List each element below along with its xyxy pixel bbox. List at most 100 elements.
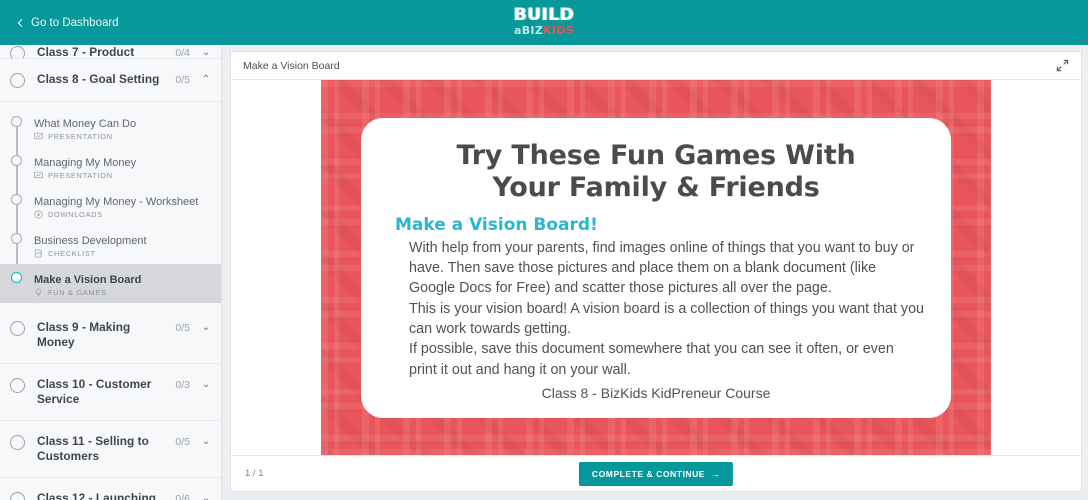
chevron-toggle-icon[interactable]: ⌄ — [200, 434, 212, 450]
lesson-body: What Money Can Do PRESENTATION — [34, 114, 212, 141]
lesson-meta: CHECKLIST — [34, 249, 212, 258]
lesson-body: Managing My Money - Worksheet DOWNLOADS — [34, 192, 212, 219]
lesson-item[interactable]: Managing My Money PRESENTATION — [0, 147, 221, 186]
brand-logo[interactable]: BUILD aBIZKIDS — [513, 5, 575, 37]
lesson-meta: DOWNLOADS — [34, 210, 212, 219]
lesson-body: Managing My Money PRESENTATION — [34, 153, 212, 180]
sidebar-class-row[interactable]: Class 7 - Product Display 0/4 ⌄ — [0, 45, 221, 59]
lesson-body: Business Development CHECKLIST — [34, 231, 212, 258]
slide-viewport: Try These Fun Games With Your Family & F… — [231, 80, 1081, 455]
lesson-name: Business Development — [34, 235, 147, 247]
class-progress-count: 0/6 — [175, 493, 190, 500]
slide-paragraph: With help from your parents, find images… — [409, 239, 915, 297]
chevron-toggle-icon[interactable]: ⌄ — [200, 377, 212, 393]
lesson-card-footer: 1 / 1 COMPLETE & CONTINUE → — [231, 455, 1081, 491]
lesson-status-circle — [11, 233, 22, 244]
complete-and-continue-label: COMPLETE & CONTINUE — [591, 468, 706, 479]
lesson-type-label: PRESENTATION — [48, 132, 113, 141]
logo-kids-text: KIDS — [543, 24, 574, 37]
class-title: Class 10 - Customer Service — [37, 377, 152, 406]
sidebar-class-row[interactable]: Class 8 - Goal Setting 0/5 ⌃ — [0, 59, 221, 102]
sidebar-class-row[interactable]: Class 11 - Selling to Customers 0/5 ⌄ — [0, 421, 221, 478]
lesson-title: Make a Vision Board — [243, 59, 340, 72]
lesson-item[interactable]: What Money Can Do PRESENTATION — [0, 108, 221, 147]
lesson-name: Managing My Money — [34, 157, 137, 169]
class-title: Class 11 - Selling to Customers — [37, 434, 149, 463]
slide-subheading: Make a Vision Board! — [395, 215, 598, 236]
class-progress-ring — [10, 492, 25, 500]
slide-heading-line-2: Your Family & Friends — [492, 172, 820, 204]
go-to-dashboard-label: Go to Dashboard — [31, 16, 119, 29]
class-progress-ring — [10, 435, 25, 450]
sidebar-class-row[interactable]: Class 12 - Launching Your Business! 0/6 ⌄ — [0, 478, 221, 500]
class-title: Class 9 - Making Money — [37, 320, 131, 349]
chevron-toggle-icon[interactable]: ⌃ — [200, 72, 212, 88]
scroll-up-arrow-icon[interactable]: ▴ — [1079, 34, 1088, 45]
expand-icon[interactable] — [1056, 59, 1069, 72]
lesson-item[interactable]: Managing My Money - Worksheet DOWNLOADS — [0, 186, 221, 225]
logo-biz-text: aBIZ — [514, 24, 544, 37]
class-progress-count: 0/4 — [175, 47, 190, 59]
lesson-type-label: CHECKLIST — [48, 249, 96, 258]
slide-footer-text: Class 8 - BizKids KidPreneur Course — [541, 384, 771, 401]
download-icon — [34, 210, 43, 219]
complete-and-continue-button[interactable]: COMPLETE & CONTINUE → — [578, 461, 734, 486]
class-title: Class 7 - Product Display — [37, 45, 135, 59]
chevron-toggle-icon[interactable]: ⌄ — [200, 45, 212, 58]
class-progress-ring — [10, 46, 25, 58]
chevron-toggle-icon[interactable]: ⌄ — [200, 491, 212, 500]
lesson-meta: PRESENTATION — [34, 132, 212, 141]
slide-heading-line-1: Try These Fun Games With — [456, 139, 856, 171]
slide-background: Try These Fun Games With Your Family & F… — [321, 80, 991, 455]
lesson-status-wrap — [10, 231, 23, 244]
lesson-name: What Money Can Do — [34, 118, 137, 130]
course-sidebar[interactable]: Class 7 - Product Display0/4⌄Class 8 - G… — [0, 45, 222, 500]
logo-build-text: BUILD — [513, 5, 575, 25]
lesson-status-wrap — [10, 114, 23, 127]
logo-subtext: aBIZKIDS — [514, 25, 575, 36]
class-title: Class 8 - Goal Setting — [37, 72, 160, 86]
class-progress-count: 0/3 — [175, 379, 190, 391]
lesson-status-wrap — [10, 192, 23, 205]
class-progress-ring — [10, 73, 25, 88]
lesson-type-label: FUN & GAMES — [48, 288, 107, 297]
slide-paragraph: If possible, save this document somewher… — [409, 341, 894, 378]
lightbulb-icon — [34, 288, 43, 297]
lesson-item-active[interactable]: Make a Vision Board FUN & GAMES — [0, 264, 221, 303]
chevron-left-icon — [17, 18, 23, 27]
lesson-list: What Money Can Do PRESENTATION Managing My… — [0, 102, 221, 307]
lesson-item[interactable]: Business Development CHECKLIST — [0, 225, 221, 264]
checklist-icon — [34, 249, 43, 258]
lesson-meta: FUN & GAMES — [34, 288, 212, 297]
sidebar-class-row[interactable]: Class 10 - Customer Service 0/3 ⌄ — [0, 364, 221, 421]
lesson-status-circle — [11, 116, 22, 127]
slide-content-card: Try These Fun Games With Your Family & F… — [361, 117, 951, 418]
chevron-toggle-icon[interactable]: ⌄ — [200, 320, 212, 336]
go-to-dashboard-link[interactable]: Go to Dashboard — [16, 17, 119, 29]
arrow-right-icon: → — [711, 468, 721, 479]
page-indicator: 1 / 1 — [245, 468, 264, 479]
main-content: Make a Vision Board Try These Fun Games … — [222, 45, 1088, 500]
lesson-status-circle — [11, 272, 22, 283]
top-bar: Go to Dashboard BUILD aBIZKIDS — [0, 0, 1088, 45]
lesson-body: Make a Vision Board FUN & GAMES — [34, 270, 212, 297]
class-progress-ring — [10, 378, 25, 393]
class-progress-count: 0/5 — [175, 322, 190, 334]
class-progress-count: 0/5 — [175, 436, 190, 448]
lesson-type-label: DOWNLOADS — [48, 210, 103, 219]
class-title: Class 12 - Launching Your Business! — [37, 491, 156, 500]
presentation-icon — [34, 171, 43, 180]
lesson-card-header: Make a Vision Board — [231, 52, 1081, 80]
lesson-card: Make a Vision Board Try These Fun Games … — [230, 51, 1082, 492]
lesson-name: Managing My Money - Worksheet — [34, 196, 199, 208]
sidebar-class-row[interactable]: Class 9 - Making Money 0/5 ⌄ — [0, 307, 221, 364]
lesson-status-circle — [11, 155, 22, 166]
slide-paragraph: This is your vision board! A vision boar… — [409, 300, 924, 337]
lesson-status-wrap — [10, 153, 23, 166]
lesson-meta: PRESENTATION — [34, 171, 212, 180]
slide-heading: Try These Fun Games With Your Family & F… — [387, 140, 925, 206]
lesson-status-wrap — [10, 270, 23, 283]
class-progress-count: 0/5 — [175, 74, 190, 86]
lesson-name: Make a Vision Board — [34, 274, 142, 286]
lesson-status-circle — [11, 194, 22, 205]
